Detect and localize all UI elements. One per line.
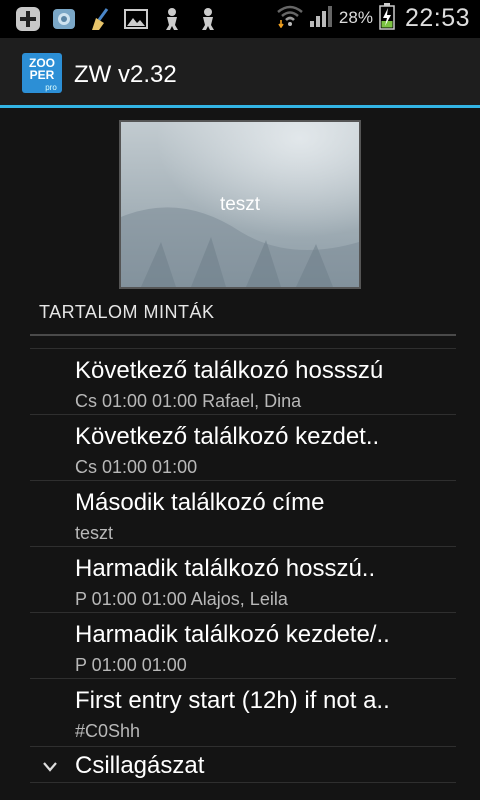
list-item-title: Második találkozó címe (75, 489, 325, 516)
logo-text-line2: PER (30, 68, 55, 82)
system-status: 28% 22:53 (277, 2, 470, 35)
list-item-partial (75, 790, 275, 800)
add-icon (14, 5, 42, 33)
content-list[interactable]: Következő találkozó hossszú Cs 01:00 01:… (30, 338, 456, 800)
section-divider (30, 334, 456, 336)
clock: 22:53 (404, 3, 470, 32)
list-item-title: First entry start (12h) if not a.. (75, 687, 390, 714)
robot-icon (194, 5, 222, 33)
list-item[interactable]: Harmadik találkozó kezdete/.. P 01:00 01… (30, 612, 456, 678)
logo-text-line3: pro (45, 83, 57, 92)
list-item[interactable]: Harmadik találkozó hosszú.. P 01:00 01:0… (30, 546, 456, 612)
robot-icon (158, 5, 186, 33)
battery-charging-icon (379, 2, 395, 35)
list-item-partial (75, 338, 275, 346)
app-title: ZW v2.32 (74, 61, 177, 88)
list-item-subtitle: P 01:00 01:00 (75, 655, 187, 675)
list-item-subtitle: Cs 01:00 01:00 Rafael, Dina (75, 391, 302, 411)
list-item-title: Harmadik találkozó hosszú.. (75, 555, 376, 582)
list-item[interactable]: Következő találkozó kezdet.. Cs 01:00 01… (30, 414, 456, 480)
image-icon (122, 5, 150, 33)
list-item-title: Harmadik találkozó kezdete/.. (75, 621, 390, 648)
section-header: TARTALOM MINTÁK (39, 302, 215, 322)
list-item-subtitle: P 01:00 01:00 Alajos, Leila (75, 589, 288, 609)
list-item-title: Következő találkozó kezdet.. (75, 423, 380, 450)
group-header-csillagaszat[interactable]: Csillagászat (30, 746, 456, 786)
battery-percent: 28% (338, 8, 373, 27)
wifi-icon (277, 4, 303, 33)
list-item[interactable]: Második találkozó címe teszt (30, 480, 456, 546)
list-item-subtitle: #C0Shh (75, 721, 141, 741)
gallery-app-icon (50, 5, 78, 33)
list-item-subtitle: Cs 01:00 01:00 (75, 457, 198, 477)
notification-icons (14, 5, 222, 33)
list-item-title: Következő találkozó hossszú (75, 357, 384, 384)
app-logo-icon[interactable]: ZOO PER pro (22, 53, 62, 93)
preview-label: teszt (219, 193, 261, 215)
action-bar: ZOO PER pro ZW v2.32 (0, 38, 480, 107)
main-content: teszt TARTALOM MINTÁK Következő találkoz… (0, 108, 480, 800)
status-bar: 28% 22:53 (0, 0, 480, 38)
broom-icon (86, 5, 114, 33)
group-label: Csillagászat (75, 752, 205, 779)
chevron-down-icon (42, 760, 58, 772)
list-item[interactable]: First entry start (12h) if not a.. #C0Sh… (30, 678, 456, 744)
group-divider (30, 782, 456, 783)
widget-preview[interactable]: teszt (119, 120, 361, 289)
signal-icon (309, 4, 333, 33)
list-item-subtitle: teszt (75, 523, 114, 543)
list-item[interactable]: Következő találkozó hossszú Cs 01:00 01:… (30, 348, 456, 414)
